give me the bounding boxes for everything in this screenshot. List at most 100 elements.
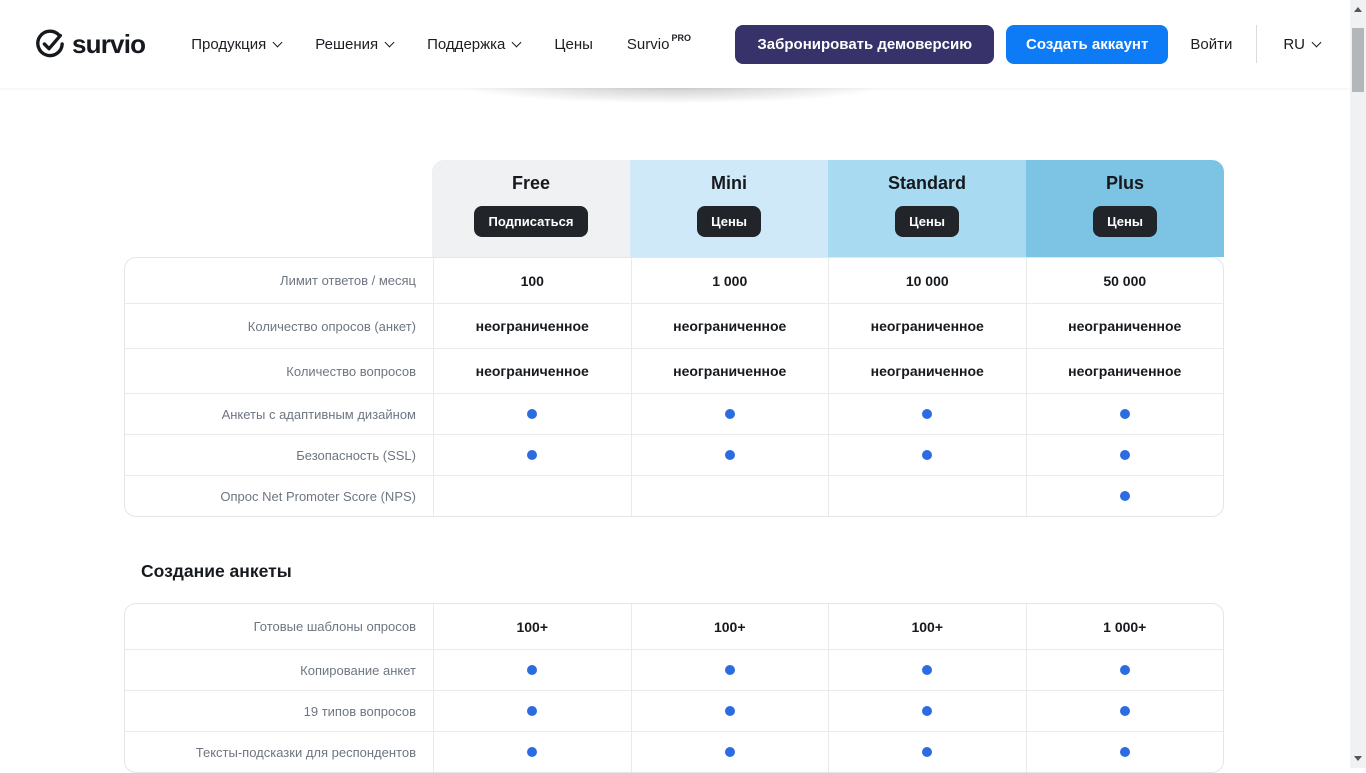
create-account-button[interactable]: Создать аккаунт bbox=[1006, 25, 1168, 64]
feature-label: 19 типов вопросов bbox=[125, 691, 433, 731]
included-dot-icon bbox=[1120, 491, 1130, 501]
included-dot-icon bbox=[1120, 409, 1130, 419]
feature-cell: 10 000 bbox=[828, 258, 1026, 303]
feature-value: неограниченное bbox=[476, 318, 589, 334]
feature-cell bbox=[828, 650, 1026, 690]
feature-value: неограниченное bbox=[1068, 363, 1181, 379]
nav-actions: Забронировать демоверсию Создать аккаунт… bbox=[735, 25, 1320, 64]
feature-cell: 100+ bbox=[631, 604, 829, 649]
table-row: 19 типов вопросов bbox=[125, 690, 1223, 731]
feature-cell: неограниченное bbox=[1026, 349, 1224, 393]
table-row: Опрос Net Promoter Score (NPS) bbox=[125, 475, 1223, 516]
scroll-up-arrow-icon[interactable] bbox=[1354, 7, 1362, 12]
feature-cell bbox=[828, 476, 1026, 516]
feature-cell bbox=[631, 650, 829, 690]
feature-cell: 1 000 bbox=[631, 258, 829, 303]
chevron-down-icon bbox=[273, 37, 283, 47]
survio-logo[interactable]: survio bbox=[35, 29, 145, 60]
plan-cta-button[interactable]: Подписаться bbox=[474, 206, 587, 237]
table-row: Безопасность (SSL) bbox=[125, 434, 1223, 475]
feature-value: неограниченное bbox=[871, 318, 984, 334]
included-dot-icon bbox=[527, 450, 537, 460]
feature-value: 100+ bbox=[516, 619, 548, 635]
included-dot-icon bbox=[725, 706, 735, 716]
feature-label: Количество опросов (анкет) bbox=[125, 304, 433, 348]
menu-item-label: Цены bbox=[554, 36, 593, 53]
menu-item-survio-pro[interactable]: Survio PRO bbox=[627, 36, 691, 53]
feature-value: неограниченное bbox=[476, 363, 589, 379]
feature-value: неограниченное bbox=[1068, 318, 1181, 334]
top-navbar: survio Продукция Решения Поддержка Цены … bbox=[0, 0, 1350, 88]
feature-cell: 100+ bbox=[433, 604, 631, 649]
chevron-down-icon bbox=[512, 37, 522, 47]
section-title: Создание анкеты bbox=[141, 561, 292, 582]
included-dot-icon bbox=[1120, 450, 1130, 460]
included-dot-icon bbox=[725, 409, 735, 419]
menu-item-solutions[interactable]: Решения bbox=[315, 36, 393, 53]
feature-cell bbox=[433, 732, 631, 772]
feature-cell bbox=[433, 435, 631, 475]
general-features-table: Лимит ответов / месяц1001 000 10 000 50 00… bbox=[124, 257, 1224, 517]
chevron-down-icon bbox=[1312, 37, 1322, 47]
feature-label: Анкеты с адаптивным дизайном bbox=[125, 394, 433, 434]
chevron-down-icon bbox=[385, 37, 395, 47]
included-dot-icon bbox=[725, 450, 735, 460]
logo-check-circle-icon bbox=[35, 29, 65, 59]
plan-name: Standard bbox=[888, 173, 966, 194]
language-selector[interactable]: RU bbox=[1283, 36, 1320, 53]
feature-cell: 50 000 bbox=[1026, 258, 1224, 303]
feature-cell bbox=[631, 732, 829, 772]
feature-label: Количество вопросов bbox=[125, 349, 433, 393]
scrollbar-thumb[interactable] bbox=[1352, 28, 1364, 92]
feature-cell bbox=[1026, 394, 1224, 434]
menu-item-pricing[interactable]: Цены bbox=[554, 36, 593, 53]
plan-name: Free bbox=[512, 173, 550, 194]
table-row: Лимит ответов / месяц1001 000 10 000 50 00… bbox=[125, 258, 1223, 303]
feature-value: 50 000 bbox=[1103, 273, 1146, 289]
included-dot-icon bbox=[527, 665, 537, 675]
included-dot-icon bbox=[527, 706, 537, 716]
table-row: Анкеты с адаптивным дизайном bbox=[125, 393, 1223, 434]
feature-label: Тексты-подсказки для респондентов bbox=[125, 732, 433, 772]
feature-cell bbox=[1026, 650, 1224, 690]
menu-item-support[interactable]: Поддержка bbox=[427, 36, 520, 53]
table-row: Тексты-подсказки для респондентов bbox=[125, 731, 1223, 772]
feature-cell bbox=[433, 476, 631, 516]
plan-cta-button[interactable]: Цены bbox=[697, 206, 761, 237]
plans-header: FreeПодписатьсяMiniЦеныStandardЦеныPlusЦ… bbox=[432, 160, 1224, 257]
plan-cta-button[interactable]: Цены bbox=[1093, 206, 1157, 237]
feature-cell: 1 000+ bbox=[1026, 604, 1224, 649]
book-demo-button[interactable]: Забронировать демоверсию bbox=[735, 25, 994, 64]
feature-cell: 100+ bbox=[828, 604, 1026, 649]
scroll-down-arrow-icon[interactable] bbox=[1354, 756, 1362, 761]
vertical-scrollbar[interactable] bbox=[1350, 0, 1366, 768]
menu-item-label: Продукция bbox=[191, 36, 266, 53]
included-dot-icon bbox=[922, 409, 932, 419]
pro-badge: PRO bbox=[671, 33, 691, 43]
plan-column-plus: PlusЦены bbox=[1026, 160, 1224, 257]
feature-cell bbox=[1026, 476, 1224, 516]
feature-value: 100+ bbox=[911, 619, 943, 635]
feature-label: Лимит ответов / месяц bbox=[125, 258, 433, 303]
feature-value: неограниченное bbox=[673, 363, 786, 379]
included-dot-icon bbox=[922, 665, 932, 675]
table-row: Копирование анкет bbox=[125, 649, 1223, 690]
table-row: Количество вопросов неограниченное неогран… bbox=[125, 348, 1223, 393]
login-link[interactable]: Войти bbox=[1190, 36, 1232, 53]
main-menu: Продукция Решения Поддержка Цены Survio … bbox=[191, 36, 691, 53]
feature-cell: неограниченное bbox=[828, 304, 1026, 348]
feature-cell: неограниченное bbox=[631, 349, 829, 393]
feature-value: неограниченное bbox=[673, 318, 786, 334]
plan-name: Mini bbox=[711, 173, 747, 194]
menu-item-label: Поддержка bbox=[427, 36, 505, 53]
feature-cell: неограниченное bbox=[433, 349, 631, 393]
feature-value: 10 000 bbox=[906, 273, 949, 289]
feature-cell: 100 bbox=[433, 258, 631, 303]
feature-cell bbox=[433, 650, 631, 690]
feature-label: Копирование анкет bbox=[125, 650, 433, 690]
feature-value: 100+ bbox=[714, 619, 746, 635]
feature-cell bbox=[631, 476, 829, 516]
included-dot-icon bbox=[922, 747, 932, 757]
menu-item-products[interactable]: Продукция bbox=[191, 36, 281, 53]
plan-cta-button[interactable]: Цены bbox=[895, 206, 959, 237]
